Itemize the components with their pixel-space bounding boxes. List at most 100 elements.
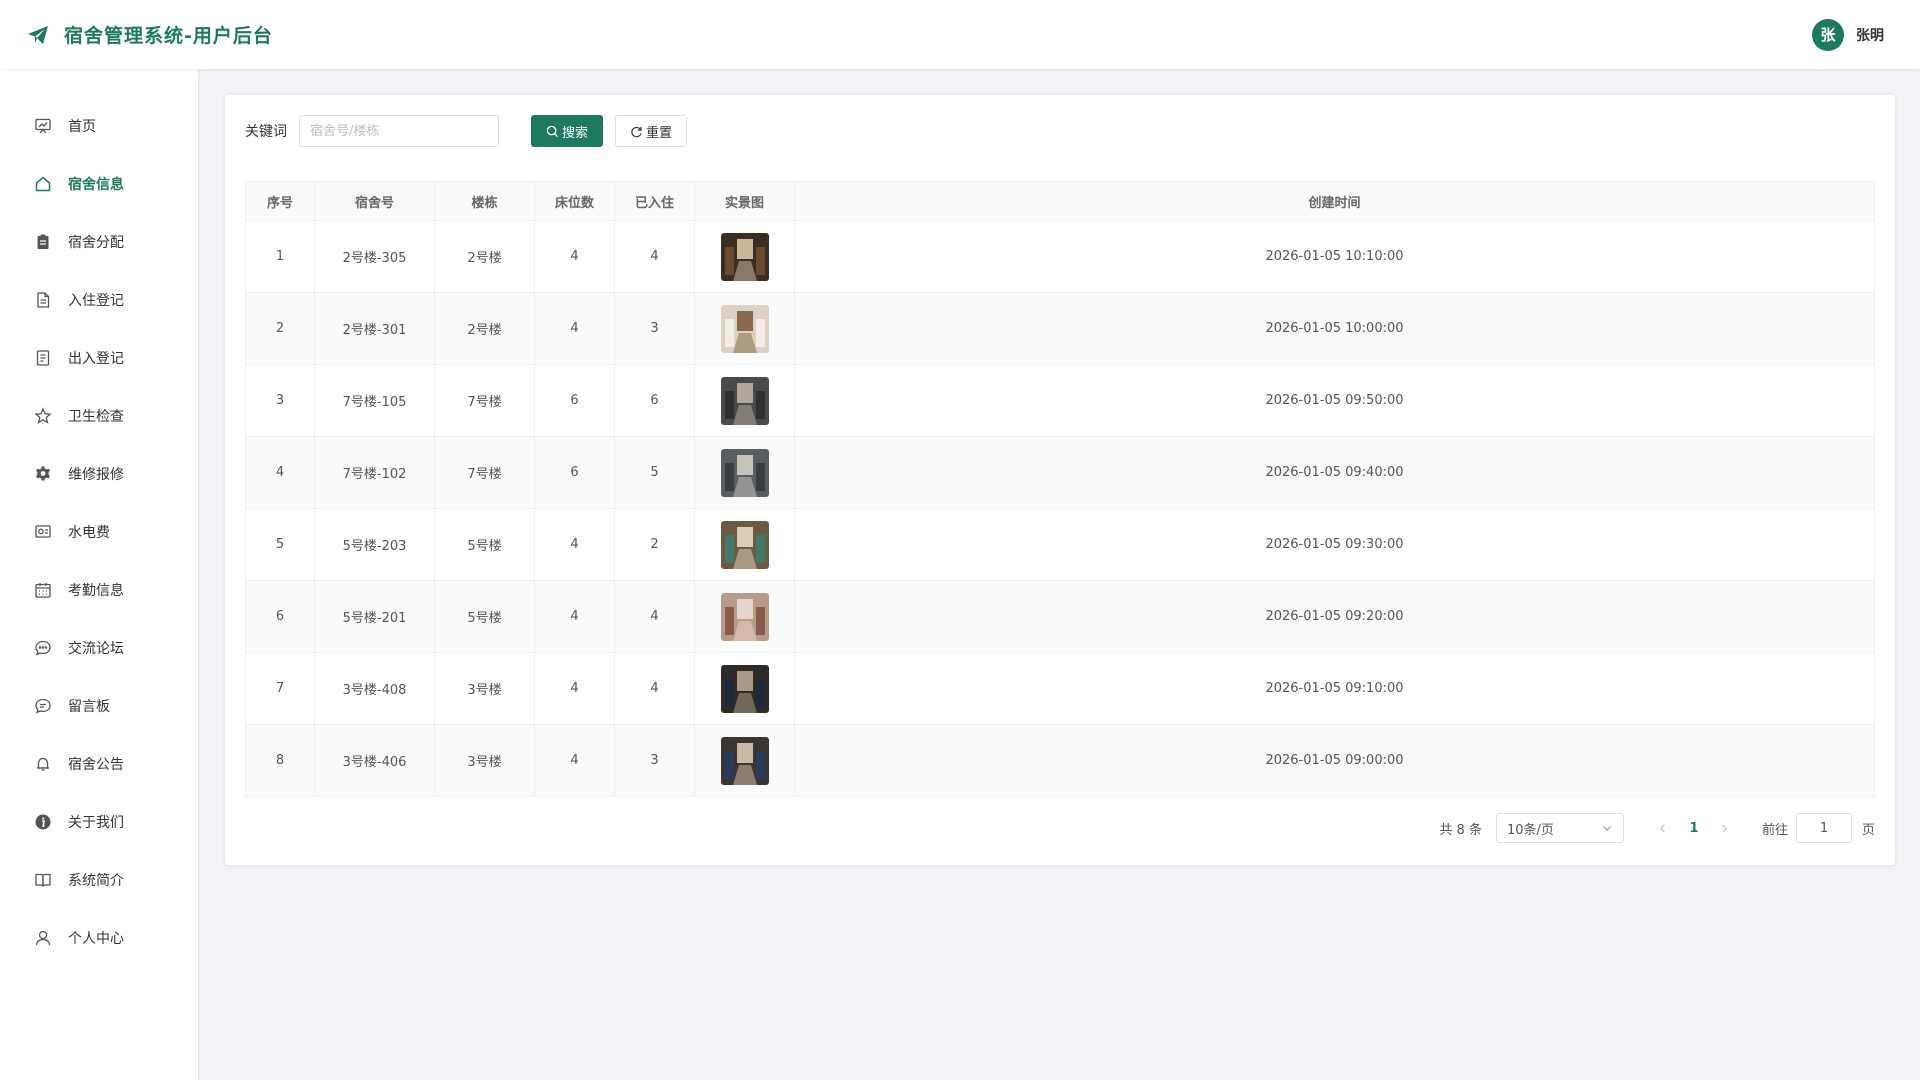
column-header: 床位数 (534, 181, 615, 221)
room-photo-thumbnail[interactable] (720, 664, 769, 713)
sidebar-item-announcements[interactable]: 宿舍公告 (0, 735, 198, 793)
table-row[interactable]: 3 7号楼-105 7号楼 6 6 2026-01-05 09:50:00 (245, 364, 1875, 437)
sidebar-item-hygiene[interactable]: 卫生检查 (0, 387, 198, 445)
page-number[interactable]: 1 (1678, 813, 1710, 843)
chat-lines-icon (34, 697, 52, 715)
cell-occupied: 3 (614, 292, 695, 365)
sidebar-item-message-board[interactable]: 留言板 (0, 677, 198, 735)
paper-plane-icon (26, 23, 50, 47)
photo-cell (694, 580, 795, 653)
sidebar-item-home[interactable]: 首页 (0, 97, 198, 155)
user-name[interactable]: 张明 (1856, 25, 1884, 45)
gear-icon (34, 465, 52, 483)
reset-button-label: 重置 (646, 125, 673, 141)
page-size-value: 10条/页 (1506, 822, 1554, 838)
cell-beds: 4 (534, 292, 615, 365)
cell-building: 5号楼 (434, 508, 535, 581)
cell-created: 2026-01-05 09:20:00 (794, 580, 1875, 653)
search-input[interactable] (299, 115, 499, 147)
sidebar-item-dorm-assign[interactable]: 宿舍分配 (0, 213, 198, 271)
sidebar-item-label: 宿舍分配 (68, 235, 124, 251)
table-row[interactable]: 7 3号楼-408 3号楼 4 4 2026-01-05 09:10:00 (245, 652, 1875, 725)
cell-created: 2026-01-05 09:50:00 (794, 364, 1875, 437)
sidebar-item-repair[interactable]: 维修报修 (0, 445, 198, 503)
room-photo-thumbnail[interactable] (720, 376, 769, 425)
table-row[interactable]: 6 5号楼-201 5号楼 4 4 2026-01-05 09:20:00 (245, 580, 1875, 653)
cell-room: 2号楼-305 (314, 220, 435, 293)
dashboard-icon (34, 117, 52, 135)
photo-cell (694, 364, 795, 437)
sidebar-item-forum[interactable]: 交流论坛 (0, 619, 198, 677)
page-size-select[interactable]: 10条/页 (1495, 813, 1624, 843)
cell-beds: 4 (534, 220, 615, 293)
room-photo-thumbnail[interactable] (720, 736, 769, 785)
room-photo-thumbnail[interactable] (720, 232, 769, 281)
brand[interactable]: 宿舍管理系统-用户后台 (26, 21, 273, 48)
cell-beds: 4 (534, 508, 615, 581)
reset-button[interactable]: 重置 (615, 115, 688, 147)
table-row[interactable]: 4 7号楼-102 7号楼 6 5 2026-01-05 09:40:00 (245, 436, 1875, 509)
sidebar-item-about[interactable]: 关于我们 (0, 793, 198, 851)
user-menu[interactable]: 张 张明 (1812, 18, 1884, 51)
cell-building: 3号楼 (434, 652, 535, 725)
goto-page-input[interactable] (1795, 813, 1852, 843)
column-header: 创建时间 (794, 181, 1875, 221)
table-row[interactable]: 5 5号楼-203 5号楼 4 2 2026-01-05 09:30:00 (245, 508, 1875, 581)
cell-created: 2026-01-05 09:30:00 (794, 508, 1875, 581)
sidebar: 首页 宿舍信息 宿舍分配 入住登记 出入登记 卫生检查 维修报修 水电费 考勤信… (0, 69, 199, 1080)
sidebar-item-dorm-info[interactable]: 宿舍信息 (0, 155, 198, 213)
bell-icon (34, 755, 52, 773)
book-icon (34, 871, 52, 889)
cell-occupied: 4 (614, 580, 695, 653)
sidebar-item-utilities[interactable]: 水电费 (0, 503, 198, 561)
cell-room: 3号楼-406 (314, 724, 435, 797)
cell-occupied: 2 (614, 508, 695, 581)
cell-beds: 6 (534, 436, 615, 509)
total-count: 共 8 条 (1439, 822, 1482, 838)
room-photo-thumbnail[interactable] (720, 304, 769, 353)
cell-beds: 4 (534, 724, 615, 797)
next-page-button[interactable] (1710, 813, 1740, 843)
sidebar-item-label: 关于我们 (68, 815, 124, 831)
room-photo-thumbnail[interactable] (720, 448, 769, 497)
cell-index: 7 (245, 652, 315, 725)
sidebar-item-profile[interactable]: 个人中心 (0, 909, 198, 967)
table-row[interactable]: 2 2号楼-301 2号楼 4 3 2026-01-05 10:00:00 (245, 292, 1875, 365)
cell-building: 2号楼 (434, 292, 535, 365)
sidebar-item-checkin[interactable]: 入住登记 (0, 271, 198, 329)
info-icon (34, 813, 52, 831)
cell-index: 4 (245, 436, 315, 509)
sidebar-item-label: 交流论坛 (68, 641, 124, 657)
avatar[interactable]: 张 (1812, 18, 1844, 51)
sidebar-item-access-log[interactable]: 出入登记 (0, 329, 198, 387)
app-title: 宿舍管理系统-用户后台 (64, 25, 273, 47)
cell-room: 7号楼-105 (314, 364, 435, 437)
sidebar-item-label: 出入登记 (68, 351, 124, 367)
sidebar-item-intro[interactable]: 系统简介 (0, 851, 198, 909)
prev-page-button[interactable] (1648, 813, 1678, 843)
clipboard-icon (34, 233, 52, 251)
search-button-label: 搜索 (562, 125, 589, 141)
sidebar-item-label: 维修报修 (68, 467, 124, 483)
table-row[interactable]: 1 2号楼-305 2号楼 4 4 2026-01-05 10:10:00 (245, 220, 1875, 293)
room-photo-thumbnail[interactable] (720, 520, 769, 569)
table-header-row: 序号 宿舍号 楼栋 床位数 已入住 实景图 创建时间 (245, 181, 1875, 221)
cell-building: 2号楼 (434, 220, 535, 293)
cell-beds: 4 (534, 652, 615, 725)
search-button[interactable]: 搜索 (531, 115, 604, 147)
search-icon (546, 125, 559, 137)
cell-index: 2 (245, 292, 315, 365)
top-header: 宿舍管理系统-用户后台 张 张明 (0, 0, 1920, 69)
photo-cell (694, 220, 795, 293)
cell-created: 2026-01-05 09:00:00 (794, 724, 1875, 797)
table-row[interactable]: 8 3号楼-406 3号楼 4 3 2026-01-05 09:00:00 (245, 724, 1875, 797)
photo-cell (694, 724, 795, 797)
sidebar-item-label: 入住登记 (68, 293, 124, 309)
sidebar-item-attendance[interactable]: 考勤信息 (0, 561, 198, 619)
photo-cell (694, 436, 795, 509)
room-photo-thumbnail[interactable] (720, 592, 769, 641)
cell-building: 7号楼 (434, 364, 535, 437)
sidebar-item-label: 水电费 (68, 525, 110, 541)
pagination: 共 8 条 10条/页 1 前往 页 (1439, 812, 1875, 844)
cell-index: 1 (245, 220, 315, 293)
